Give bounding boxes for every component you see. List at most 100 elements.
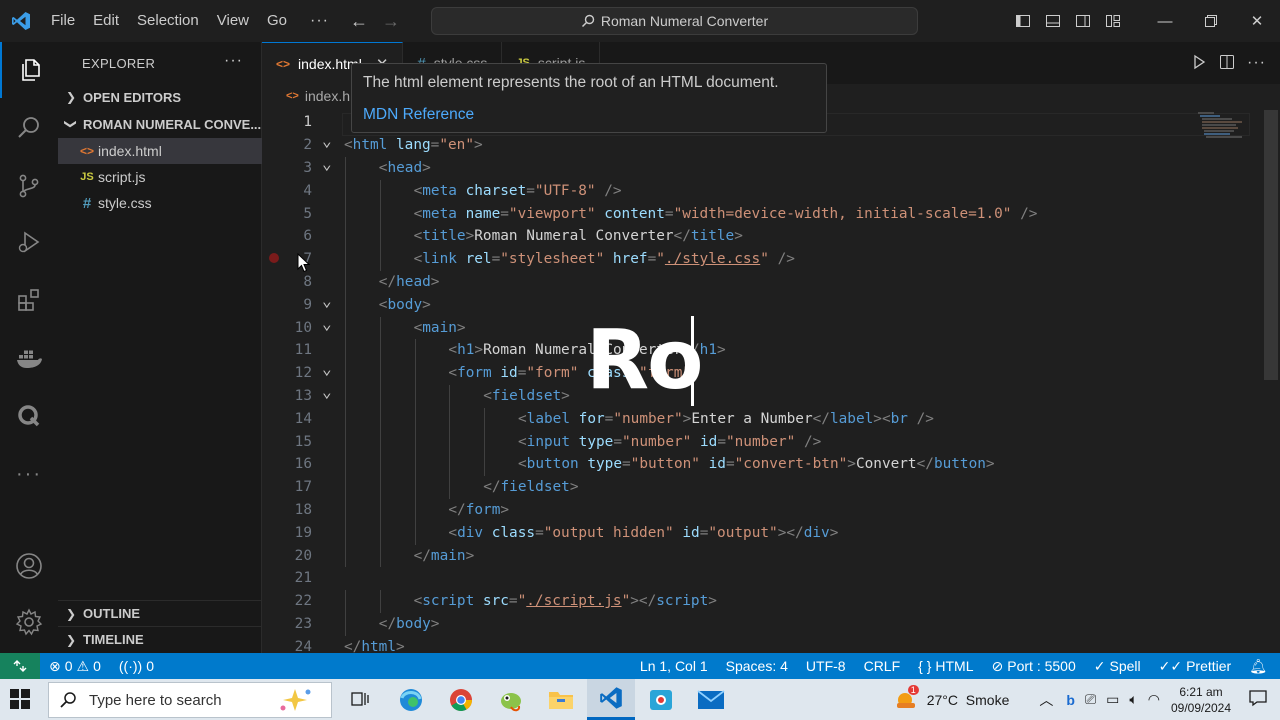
screen-recorder-icon[interactable] <box>637 679 685 720</box>
task-view-icon[interactable] <box>336 679 384 720</box>
menu-file[interactable]: File <box>42 0 84 42</box>
code-editor[interactable]: 1 2 ⌄ <html lang="en"> 3 ⌄ <head> 4 <meta charse… <box>262 110 1280 653</box>
bing-icon[interactable]: b <box>1066 692 1075 708</box>
chrome-browser-icon[interactable] <box>437 679 485 720</box>
code-line[interactable]: 20 </main> <box>262 544 1262 568</box>
mail-app-icon[interactable] <box>687 679 735 720</box>
volume-icon[interactable]: 🔈︎ <box>1129 691 1137 708</box>
language-mode[interactable]: { } HTML <box>909 653 982 679</box>
code-line[interactable]: 16 <button type="button" id="convert-btn"… <box>262 453 1262 477</box>
taskbar-search[interactable]: Type here to search <box>48 682 332 718</box>
explorer-icon[interactable] <box>0 42 58 98</box>
fold-chevron-icon[interactable]: ⌄ <box>322 381 332 404</box>
indentation[interactable]: Spaces: 4 <box>717 653 797 679</box>
code-line[interactable]: 6 <title>Roman Numeral Converter</title> <box>262 225 1262 249</box>
file-style-css[interactable]: # style.css <box>58 190 262 216</box>
code-line[interactable]: 8 </head> <box>262 271 1262 294</box>
folder-section[interactable]: ❯ ROMAN NUMERAL CONVE... <box>58 111 262 137</box>
live-server-port[interactable]: ⊘ Port : 5500 <box>983 653 1085 679</box>
toggle-primary-sidebar-icon[interactable] <box>1008 0 1038 42</box>
meet-now-icon[interactable]: ⎚ <box>1085 691 1096 708</box>
account-icon[interactable] <box>0 538 58 594</box>
code-line[interactable]: 18 </form> <box>262 499 1262 522</box>
minimize-icon[interactable]: — <box>1142 0 1188 42</box>
windows-start-icon[interactable] <box>10 689 30 712</box>
notifications-bell-icon[interactable]: 🔔︎ <box>1240 653 1276 679</box>
extensions-icon[interactable] <box>0 272 58 328</box>
mdn-reference-link[interactable]: MDN Reference <box>363 106 474 124</box>
run-debug-icon[interactable] <box>0 214 58 270</box>
close-window-icon[interactable]: ✕ <box>1234 0 1280 42</box>
wifi-icon[interactable]: ◠ <box>1148 691 1160 708</box>
timeline-section[interactable]: ❯ TIMELINE <box>58 626 262 652</box>
code-line[interactable]: 14 <label for="number">Enter a Number</la… <box>262 407 1262 431</box>
more-icon[interactable]: ··· <box>0 446 58 502</box>
run-icon[interactable] <box>1191 54 1207 73</box>
code-line[interactable]: 17 </fieldset> <box>262 476 1262 499</box>
menu-edit[interactable]: Edit <box>84 0 128 42</box>
battery-icon[interactable]: ▭ <box>1106 691 1119 708</box>
toggle-panel-icon[interactable] <box>1038 0 1068 42</box>
outline-section[interactable]: ❯ OUTLINE <box>58 600 262 626</box>
code-line[interactable]: 22 <script src="./script.js"></script> <box>262 590 1262 613</box>
more-actions-icon[interactable]: ··· <box>1247 54 1266 72</box>
file-explorer-icon[interactable] <box>537 679 585 720</box>
menu-more-icon[interactable]: ··· <box>296 0 343 42</box>
docker-icon[interactable] <box>0 330 58 386</box>
code-line[interactable]: 3 ⌄ <head> <box>262 154 1262 180</box>
code-line[interactable]: 21 <box>262 567 1262 590</box>
file-script-js[interactable]: JS script.js <box>58 164 262 190</box>
spell-check[interactable]: ✓ Spell <box>1085 653 1150 679</box>
encoding[interactable]: UTF-8 <box>797 653 855 679</box>
customize-layout-icon[interactable] <box>1098 0 1128 42</box>
vscode-taskbar-icon[interactable] <box>587 679 635 720</box>
code-line[interactable]: 5 <meta name="viewport" content="width=de… <box>262 202 1262 226</box>
chameleon-app-icon[interactable] <box>487 679 535 720</box>
toggle-secondary-sidebar-icon[interactable] <box>1068 0 1098 42</box>
code-line[interactable]: 23 </body> <box>262 613 1262 636</box>
fold-chevron-icon[interactable]: ⌄ <box>322 153 332 176</box>
fold-chevron-icon[interactable]: ⌄ <box>322 358 332 381</box>
forward-arrow-icon[interactable]: → <box>375 11 407 32</box>
ports-status[interactable]: ((·)) 0 <box>110 653 163 679</box>
fold-chevron-icon[interactable]: ⌄ <box>322 130 332 153</box>
code-line[interactable]: 10 ⌄ <main> <box>262 314 1262 340</box>
minimap[interactable] <box>1196 110 1256 150</box>
settings-gear-icon[interactable] <box>0 594 58 650</box>
edge-browser-icon[interactable] <box>387 679 435 720</box>
cursor-position[interactable]: Ln 1, Col 1 <box>631 653 717 679</box>
breadcrumb-file[interactable]: index.h <box>305 88 350 104</box>
file-index-html[interactable]: <> index.html <box>58 138 262 164</box>
tray-chevron-up-icon[interactable]: ︿ <box>1039 690 1053 710</box>
prettier-status[interactable]: ✓✓ Prettier <box>1150 653 1241 679</box>
menu-view[interactable]: View <box>208 0 258 42</box>
notification-center-icon[interactable] <box>1236 689 1280 710</box>
menu-go[interactable]: Go <box>258 0 296 42</box>
end-of-line[interactable]: CRLF <box>855 653 910 679</box>
problems-status[interactable]: ⊗ 0 ⚠ 0 <box>40 653 110 679</box>
fold-chevron-icon[interactable]: ⌄ <box>322 290 332 313</box>
back-arrow-icon[interactable]: ← <box>343 11 375 32</box>
code-line[interactable]: 9 ⌄ <body> <box>262 291 1262 317</box>
command-center[interactable]: Roman Numeral Converter <box>431 7 918 35</box>
split-editor-icon[interactable] <box>1219 54 1235 73</box>
code-line[interactable]: 11<h1>Roman Numeral Converter</h1> <box>262 339 1262 363</box>
code-line[interactable]: 4 <meta charset="UTF-8" /> <box>262 179 1262 203</box>
search-icon[interactable] <box>0 100 58 156</box>
source-control-icon[interactable] <box>0 158 58 214</box>
code-line[interactable]: 19 <div class="output hidden" id="output"… <box>262 521 1262 545</box>
menu-selection[interactable]: Selection <box>128 0 208 42</box>
remote-indicator-icon[interactable] <box>0 653 40 679</box>
fold-chevron-icon[interactable]: ⌄ <box>322 313 332 336</box>
code-line[interactable]: 15 <input type="number" id="number" /> <box>262 430 1262 454</box>
code-line[interactable]: 2 ⌄ <html lang="en"> <box>262 131 1262 157</box>
quokka-icon[interactable] <box>0 388 58 444</box>
restore-icon[interactable] <box>1188 0 1234 42</box>
weather-widget[interactable]: 1 27°C Smoke <box>895 684 1009 711</box>
code-line[interactable]: 12 ⌄ <form id="form" class="form"> <box>262 359 1262 385</box>
code-line[interactable]: 7 <link rel="stylesheet" href="./style.cs… <box>262 248 1262 271</box>
open-editors-section[interactable]: ❯ OPEN EDITORS <box>58 84 262 110</box>
vertical-scrollbar[interactable] <box>1264 110 1278 380</box>
clock[interactable]: 6:21 am 09/09/2024 <box>1166 684 1236 716</box>
code-line[interactable]: 24 </html> <box>262 636 1262 653</box>
